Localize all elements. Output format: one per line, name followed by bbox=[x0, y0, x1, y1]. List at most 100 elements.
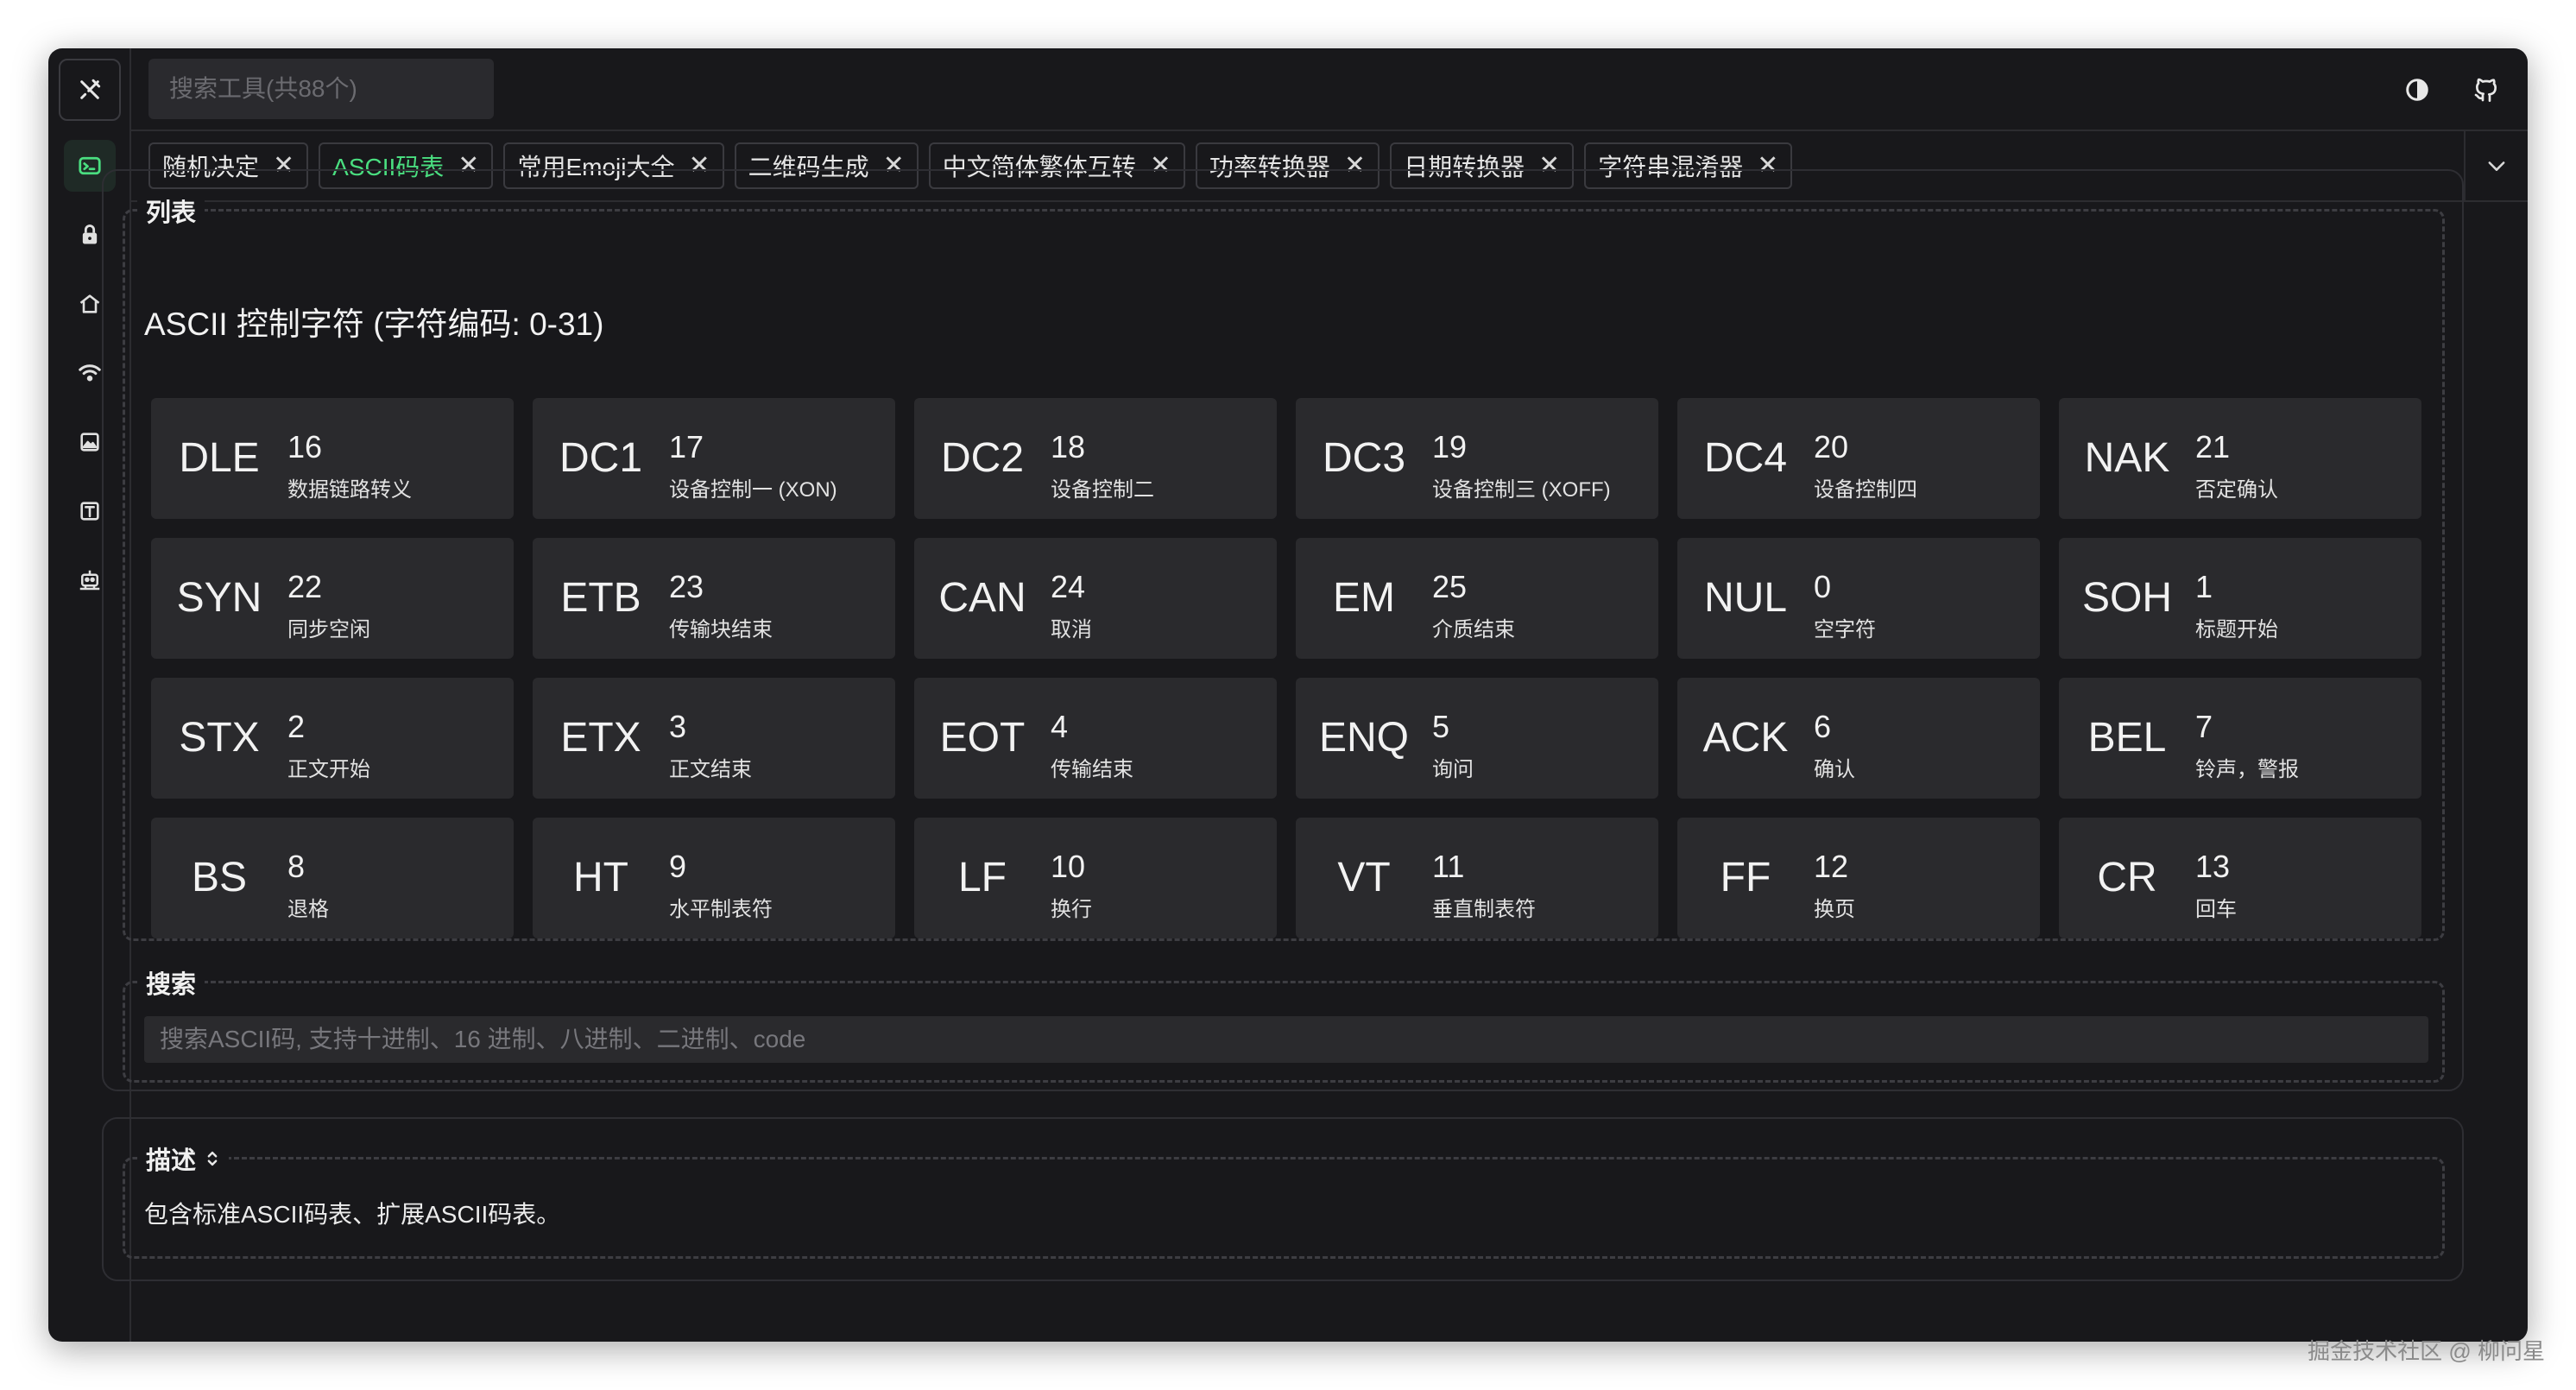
ascii-abbr: DC2 bbox=[940, 435, 1025, 481]
ascii-card[interactable]: ACK 6 确认 bbox=[1677, 678, 2040, 799]
ascii-card[interactable]: NUL 0 空字符 bbox=[1677, 538, 2040, 659]
github-button[interactable] bbox=[2466, 69, 2507, 111]
ascii-abbr: FF bbox=[1720, 855, 1771, 900]
ascii-code: 5 bbox=[1432, 709, 1450, 744]
ascii-code: 23 bbox=[669, 569, 704, 604]
ascii-card[interactable]: NAK 21 否定确认 bbox=[2059, 398, 2421, 519]
ascii-desc: 设备控制一 (XON) bbox=[669, 478, 837, 502]
theme-toggle-icon bbox=[2406, 79, 2428, 101]
description-section: 描述 包含标准ASCII码表、扩展ASCII码表。 bbox=[123, 1140, 2445, 1259]
ascii-code: 2 bbox=[287, 709, 306, 744]
ascii-code: 7 bbox=[2195, 709, 2213, 744]
ascii-code: 8 bbox=[287, 849, 306, 884]
ascii-abbr: ETX bbox=[560, 715, 641, 761]
ascii-desc: 数据链路转义 bbox=[287, 478, 412, 502]
ascii-abbr: BEL bbox=[2087, 715, 2167, 761]
ascii-card[interactable]: DC1 17 设备控制一 (XON) bbox=[533, 398, 895, 519]
ascii-abbr: DC1 bbox=[559, 435, 643, 481]
ascii-code: 12 bbox=[1814, 849, 1849, 884]
ascii-desc: 垂直制表符 bbox=[1432, 898, 1536, 921]
ascii-code: 10 bbox=[1051, 849, 1086, 884]
main-panel: 列表 ASCII 控制字符 (字符编码: 0-31) DLE 16 数据链路转义 DC… bbox=[102, 169, 2464, 1091]
ascii-desc: 取消 bbox=[1051, 618, 1092, 641]
ascii-desc: 水平制表符 bbox=[669, 898, 773, 921]
list-section: 列表 ASCII 控制字符 (字符编码: 0-31) DLE 16 数据链路转义 DC… bbox=[123, 193, 2445, 941]
ascii-grid-viewport[interactable]: DLE 16 数据链路转义 DC1 17 设备控制一 (XON) DC2 18 设备控制二 DC3… bbox=[151, 398, 2430, 938]
ascii-code: 6 bbox=[1814, 709, 1832, 744]
ascii-code: 9 bbox=[669, 849, 687, 884]
ascii-card[interactable]: ENQ 5 询问 bbox=[1296, 678, 1658, 799]
ascii-card[interactable]: DC2 18 设备控制二 bbox=[914, 398, 1277, 519]
ascii-card[interactable]: VT 11 垂直制表符 bbox=[1296, 818, 1658, 938]
ascii-card[interactable]: LF 10 换行 bbox=[914, 818, 1277, 938]
theme-toggle-button[interactable] bbox=[2396, 69, 2438, 111]
ascii-code: 24 bbox=[1051, 569, 1086, 604]
ascii-abbr: CAN bbox=[938, 575, 1026, 621]
ascii-abbr: DLE bbox=[179, 435, 260, 481]
watermark: 掘金技术社区 @ 柳问星 bbox=[2308, 1338, 2545, 1364]
ascii-card[interactable]: SYN 22 同步空闲 bbox=[151, 538, 514, 659]
ascii-code: 16 bbox=[287, 429, 323, 464]
ascii-code: 18 bbox=[1051, 429, 1086, 464]
ascii-abbr: LF bbox=[957, 855, 1007, 900]
tabs-expand-button[interactable] bbox=[2464, 131, 2528, 200]
ascii-card[interactable]: EOT 4 传输结束 bbox=[914, 678, 1277, 799]
search-legend: 搜索 bbox=[137, 964, 205, 1001]
ascii-card[interactable]: DC4 20 设备控制四 bbox=[1677, 398, 2040, 519]
ascii-abbr: STX bbox=[179, 715, 260, 761]
ascii-search-input[interactable] bbox=[144, 1016, 2428, 1063]
ascii-card[interactable]: ETX 3 正文结束 bbox=[533, 678, 895, 799]
ascii-card[interactable]: HT 9 水平制表符 bbox=[533, 818, 895, 938]
ascii-code: 17 bbox=[669, 429, 704, 464]
ascii-desc: 标题开始 bbox=[2195, 618, 2278, 641]
github-icon bbox=[2474, 78, 2497, 102]
ascii-card[interactable]: SOH 1 标题开始 bbox=[2059, 538, 2421, 659]
ascii-card[interactable]: EM 25 介质结束 bbox=[1296, 538, 1658, 659]
ascii-card[interactable]: BEL 7 铃声，警报 bbox=[2059, 678, 2421, 799]
ascii-abbr: DC3 bbox=[1322, 435, 1406, 481]
ascii-code: 20 bbox=[1814, 429, 1849, 464]
ascii-desc: 正文开始 bbox=[287, 758, 370, 781]
ascii-desc: 铃声，警报 bbox=[2195, 758, 2299, 781]
ascii-desc: 回车 bbox=[2195, 898, 2237, 921]
app-window: 随机决定✕ASCII码表✕常用Emoji大全✕二维码生成✕中文简体繁体互转✕功率… bbox=[48, 48, 2528, 1342]
ascii-code: 21 bbox=[2195, 429, 2231, 464]
ascii-abbr: BS bbox=[191, 855, 248, 900]
ascii-code: 1 bbox=[2195, 569, 2213, 604]
ascii-desc: 设备控制四 bbox=[1814, 478, 1917, 502]
ascii-card[interactable]: ETB 23 传输块结束 bbox=[533, 538, 895, 659]
description-legend[interactable]: 描述 bbox=[137, 1140, 230, 1177]
ascii-card[interactable]: FF 12 换页 bbox=[1677, 818, 2040, 938]
ascii-abbr: EOT bbox=[939, 715, 1026, 761]
ascii-abbr: EM bbox=[1333, 575, 1395, 621]
ascii-desc: 退格 bbox=[287, 898, 329, 921]
ascii-desc: 传输块结束 bbox=[669, 618, 773, 641]
ascii-desc: 询问 bbox=[1432, 758, 1474, 781]
ascii-code: 4 bbox=[1051, 709, 1069, 744]
ascii-abbr: DC4 bbox=[1703, 435, 1788, 481]
collapse-icon[interactable] bbox=[205, 1149, 220, 1168]
ascii-desc: 确认 bbox=[1814, 758, 1855, 781]
ascii-card[interactable]: CR 13 回车 bbox=[2059, 818, 2421, 938]
list-legend: 列表 bbox=[137, 193, 205, 229]
ascii-card[interactable]: DLE 16 数据链路转义 bbox=[151, 398, 514, 519]
ascii-abbr: CR bbox=[2097, 855, 2157, 900]
ascii-abbr: NUL bbox=[1703, 575, 1788, 621]
ascii-code: 22 bbox=[287, 569, 323, 604]
description-panel: 描述 包含标准ASCII码表、扩展ASCII码表。 bbox=[102, 1117, 2464, 1281]
ascii-desc: 正文结束 bbox=[669, 758, 752, 781]
ascii-code: 19 bbox=[1432, 429, 1468, 464]
search-section: 搜索 bbox=[123, 964, 2445, 1083]
tools-menu-button[interactable] bbox=[59, 59, 121, 121]
ascii-card[interactable]: BS 8 退格 bbox=[151, 818, 514, 938]
ascii-card[interactable]: CAN 24 取消 bbox=[914, 538, 1277, 659]
ascii-abbr: SYN bbox=[176, 575, 262, 621]
tool-search-input[interactable] bbox=[148, 59, 494, 119]
chevron-down-icon bbox=[2488, 161, 2505, 171]
ascii-abbr: ACK bbox=[1702, 715, 1789, 761]
list-title: ASCII 控制字符 (字符编码: 0-31) bbox=[144, 306, 604, 342]
description-legend-label: 描述 bbox=[146, 1147, 197, 1175]
ascii-card[interactable]: DC3 19 设备控制三 (XOFF) bbox=[1296, 398, 1658, 519]
ascii-card[interactable]: STX 2 正文开始 bbox=[151, 678, 514, 799]
ascii-desc: 介质结束 bbox=[1432, 618, 1515, 641]
